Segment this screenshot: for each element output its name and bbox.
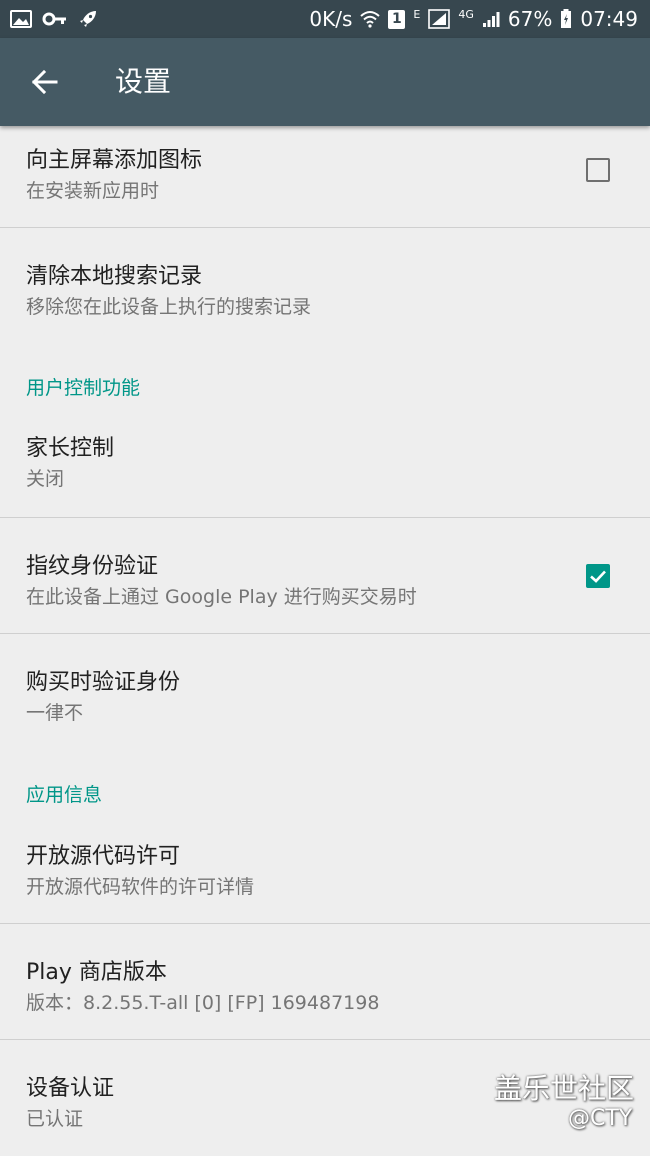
setting-play-store-version[interactable]: Play 商店版本 版本：8.2.55.T-all [0] [FP] 16948… [0, 924, 650, 1039]
page-title: 设置 [115, 65, 172, 98]
rocket-icon [78, 9, 98, 29]
setting-title: 购买时验证身份 [26, 670, 181, 695]
sim-badge: 1 [388, 9, 406, 29]
setting-add-home-icon[interactable]: 向主屏幕添加图标 在安装新应用时 [0, 126, 650, 227]
setting-title: 向主屏幕添加图标 [26, 148, 203, 173]
check-icon [590, 570, 606, 583]
signal-box-icon [428, 9, 451, 29]
add-home-icon-checkbox[interactable] [586, 158, 610, 182]
setting-title: 指纹身份验证 [26, 554, 159, 579]
setting-purchase-auth[interactable]: 购买时验证身份 一律不 [0, 634, 650, 744]
setting-subtitle: 关闭 [26, 468, 65, 490]
setting-open-source-licenses[interactable]: 开放源代码许可 开放源代码软件的许可详情 [0, 816, 650, 923]
wifi-icon [360, 10, 381, 28]
battery-icon [560, 9, 572, 29]
setting-subtitle: 在此设备上通过 Google Play 进行购买交易时 [26, 586, 417, 608]
setting-title: Play 商店版本 [26, 960, 167, 985]
setting-subtitle: 开放源代码软件的许可详情 [26, 876, 255, 898]
key-icon [42, 11, 68, 27]
network-speed: 0K/s [309, 7, 353, 31]
back-button[interactable] [22, 60, 66, 104]
section-header-app-info: 应用信息 [26, 784, 103, 806]
setting-subtitle: 已认证 [26, 1108, 84, 1130]
sim-badge-number: 1 [392, 11, 402, 27]
arrow-left-icon [31, 69, 58, 95]
watermark-brand: 盖乐世社区 [494, 1072, 635, 1105]
watermark-user: @CTY [568, 1106, 633, 1131]
image-icon [10, 9, 32, 29]
network-type-4g: 4G [458, 8, 474, 21]
fingerprint-auth-checkbox[interactable] [586, 564, 610, 588]
setting-title: 设备认证 [26, 1076, 115, 1101]
setting-title: 开放源代码许可 [26, 844, 181, 869]
network-type-e: E [413, 8, 421, 21]
setting-title: 清除本地搜索记录 [26, 264, 203, 289]
setting-title: 家长控制 [26, 436, 115, 461]
status-bar: 0K/s 1 E 4G 67% 07:49 [0, 0, 650, 38]
section-header-user-controls: 用户控制功能 [26, 377, 141, 399]
app-bar: 设置 [0, 38, 650, 126]
setting-fingerprint-auth[interactable]: 指纹身份验证 在此设备上通过 Google Play 进行购买交易时 [0, 518, 650, 633]
battery-percent: 67% [507, 7, 553, 31]
setting-subtitle: 移除您在此设备上执行的搜索记录 [26, 296, 312, 318]
setting-subtitle: 一律不 [26, 702, 84, 724]
setting-subtitle: 在安装新应用时 [26, 180, 160, 202]
signal-icon [482, 10, 500, 28]
status-notifications [10, 0, 98, 38]
clock: 07:49 [580, 7, 638, 31]
setting-clear-search-history[interactable]: 清除本地搜索记录 移除您在此设备上执行的搜索记录 [0, 228, 650, 336]
setting-parental-controls[interactable]: 家长控制 关闭 [0, 410, 650, 517]
setting-subtitle: 版本：8.2.55.T-all [0] [FP] 169487198 [26, 992, 380, 1014]
status-system: 0K/s 1 E 4G 67% 07:49 [309, 0, 638, 38]
